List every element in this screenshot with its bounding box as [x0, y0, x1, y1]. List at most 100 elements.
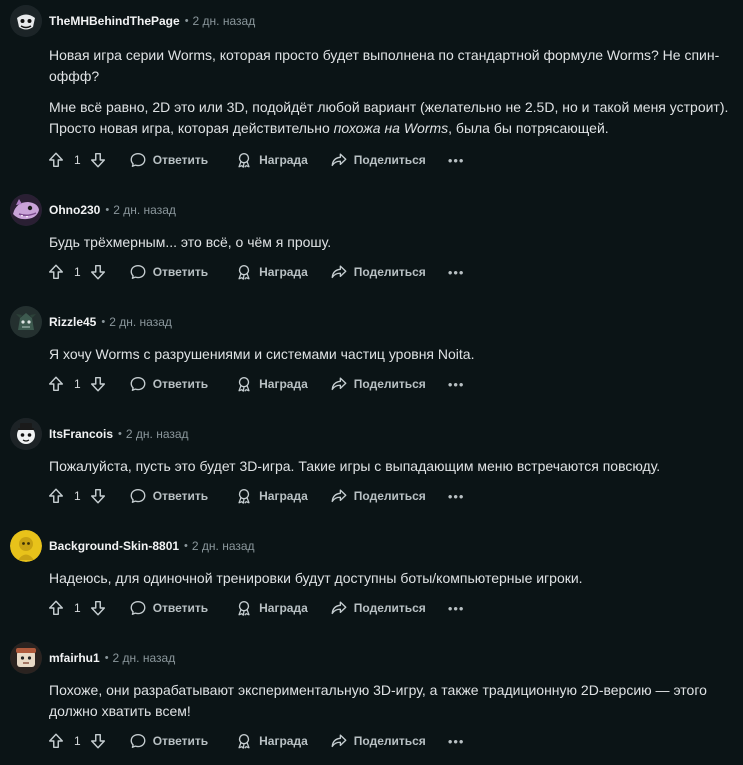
comment-paragraph: Новая игра серии Worms, которая просто б… — [49, 47, 720, 84]
more-options-button[interactable]: ••• — [448, 734, 465, 749]
reply-bubble-icon — [129, 263, 147, 281]
comment-actions: 1 Ответить Награда Поделиться ••• — [47, 260, 464, 284]
comment-paragraph: Похоже, они разрабатывают эксперименталь… — [49, 680, 729, 722]
share-label: Поделиться — [353, 153, 426, 167]
upvote-icon — [47, 375, 65, 393]
share-button[interactable]: Поделиться — [330, 151, 426, 169]
reply-label: Ответить — [152, 377, 209, 391]
reply-button[interactable]: Ответить — [129, 487, 208, 505]
more-options-button[interactable]: ••• — [448, 377, 465, 392]
upvote-icon — [47, 263, 65, 281]
more-options-button[interactable]: ••• — [448, 601, 465, 616]
award-icon — [235, 487, 253, 505]
reply-button[interactable]: Ответить — [129, 151, 208, 169]
comment-header: Ohno230 • 2 дн. назад — [10, 194, 176, 226]
timestamp[interactable]: 2 дн. назад — [193, 14, 256, 28]
award-label: Награда — [259, 265, 308, 279]
timestamp[interactable]: 2 дн. назад — [109, 315, 172, 329]
downvote-button[interactable] — [89, 732, 107, 750]
award-button[interactable]: Награда — [235, 732, 308, 750]
more-options-button[interactable]: ••• — [448, 153, 465, 168]
downvote-button[interactable] — [89, 487, 107, 505]
share-button[interactable]: Поделиться — [330, 263, 426, 281]
reply-button[interactable]: Ответить — [129, 375, 208, 393]
downvote-button[interactable] — [89, 375, 107, 393]
share-arrow-icon — [330, 732, 348, 750]
award-button[interactable]: Награда — [235, 487, 308, 505]
separator-dot: • — [118, 428, 122, 440]
author-name[interactable]: ItsFrancois — [49, 427, 113, 441]
avatar[interactable] — [10, 194, 42, 226]
downvote-icon — [89, 599, 107, 617]
upvote-button[interactable] — [47, 599, 65, 617]
downvote-button[interactable] — [89, 599, 107, 617]
award-button[interactable]: Награда — [235, 263, 308, 281]
share-button[interactable]: Поделиться — [330, 599, 426, 617]
award-label: Награда — [259, 489, 308, 503]
timestamp[interactable]: 2 дн. назад — [113, 203, 176, 217]
avatar[interactable] — [10, 5, 42, 37]
upvote-icon — [47, 151, 65, 169]
more-options-button[interactable]: ••• — [448, 265, 465, 280]
upvote-button[interactable] — [47, 263, 65, 281]
award-icon — [235, 599, 253, 617]
upvote-button[interactable] — [47, 487, 65, 505]
avatar[interactable] — [10, 306, 42, 338]
comment-body: Пожалуйста, пусть это будет 3D-игра. Так… — [49, 456, 729, 477]
reply-button[interactable]: Ответить — [129, 732, 208, 750]
share-button[interactable]: Поделиться — [330, 732, 426, 750]
avatar[interactable] — [10, 418, 42, 450]
avatar[interactable] — [10, 530, 42, 562]
timestamp[interactable]: 2 дн. назад — [126, 427, 189, 441]
comment-body: Я хочу Worms с разрушениями и системами … — [49, 344, 729, 365]
author-name[interactable]: mfairhu1 — [49, 651, 100, 665]
upvote-icon — [47, 487, 65, 505]
avatar-image — [10, 5, 42, 37]
comment-text: Мне всё равно, 2D это или 3D, подойдёт л… — [49, 99, 729, 115]
comment-header: TheMHBehindThePage • 2 дн. назад — [10, 5, 255, 37]
separator-dot: • — [104, 652, 109, 664]
reply-label: Ответить — [152, 489, 209, 503]
timestamp[interactable]: 2 дн. назад — [192, 539, 255, 553]
reply-button[interactable]: Ответить — [129, 263, 208, 281]
share-button[interactable]: Поделиться — [330, 375, 426, 393]
downvote-icon — [89, 263, 107, 281]
downvote-icon — [89, 375, 107, 393]
author-name[interactable]: TheMHBehindThePage — [49, 14, 180, 28]
avatar[interactable] — [10, 642, 42, 674]
comment-header: Background-Skin-8801 • 2 дн. назад — [10, 530, 255, 562]
downvote-button[interactable] — [89, 151, 107, 169]
comment-header: Rizzle45 • 2 дн. назад — [10, 306, 172, 338]
upvote-button[interactable] — [47, 151, 65, 169]
comment-actions: 1 Ответить Награда Поделиться ••• — [47, 372, 464, 396]
author-name[interactable]: Background-Skin-8801 — [49, 539, 179, 553]
downvote-button[interactable] — [89, 263, 107, 281]
downvote-icon — [89, 487, 107, 505]
share-arrow-icon — [330, 487, 348, 505]
award-icon — [235, 375, 253, 393]
upvote-button[interactable] — [47, 375, 65, 393]
avatar-image — [10, 530, 42, 562]
vote-count: 1 — [74, 377, 81, 391]
upvote-button[interactable] — [47, 732, 65, 750]
award-button[interactable]: Награда — [235, 599, 308, 617]
share-label: Поделиться — [353, 377, 426, 391]
share-label: Поделиться — [353, 734, 426, 748]
separator-dot: • — [101, 316, 106, 328]
downvote-icon — [89, 732, 107, 750]
author-name[interactable]: Ohno230 — [49, 203, 100, 217]
reply-button[interactable]: Ответить — [129, 599, 208, 617]
comment-paragraph: Пожалуйста, пусть это будет 3D-игра. Так… — [49, 458, 661, 474]
comment-paragraph: Мне всё равно, 2D это или 3D, подойдёт л… — [49, 97, 729, 139]
award-button[interactable]: Награда — [235, 151, 308, 169]
separator-dot: • — [105, 204, 110, 216]
more-options-button[interactable]: ••• — [448, 489, 465, 504]
award-button[interactable]: Награда — [235, 375, 308, 393]
share-button[interactable]: Поделиться — [330, 487, 426, 505]
comment-text: должно хватить всем! — [49, 703, 191, 719]
timestamp[interactable]: 2 дн. назад — [113, 651, 176, 665]
comment-header: ItsFrancois • 2 дн. назад — [10, 418, 189, 450]
author-name[interactable]: Rizzle45 — [49, 315, 96, 329]
comment-header: mfairhu1 • 2 дн. назад — [10, 642, 175, 674]
share-label: Поделиться — [353, 265, 426, 279]
